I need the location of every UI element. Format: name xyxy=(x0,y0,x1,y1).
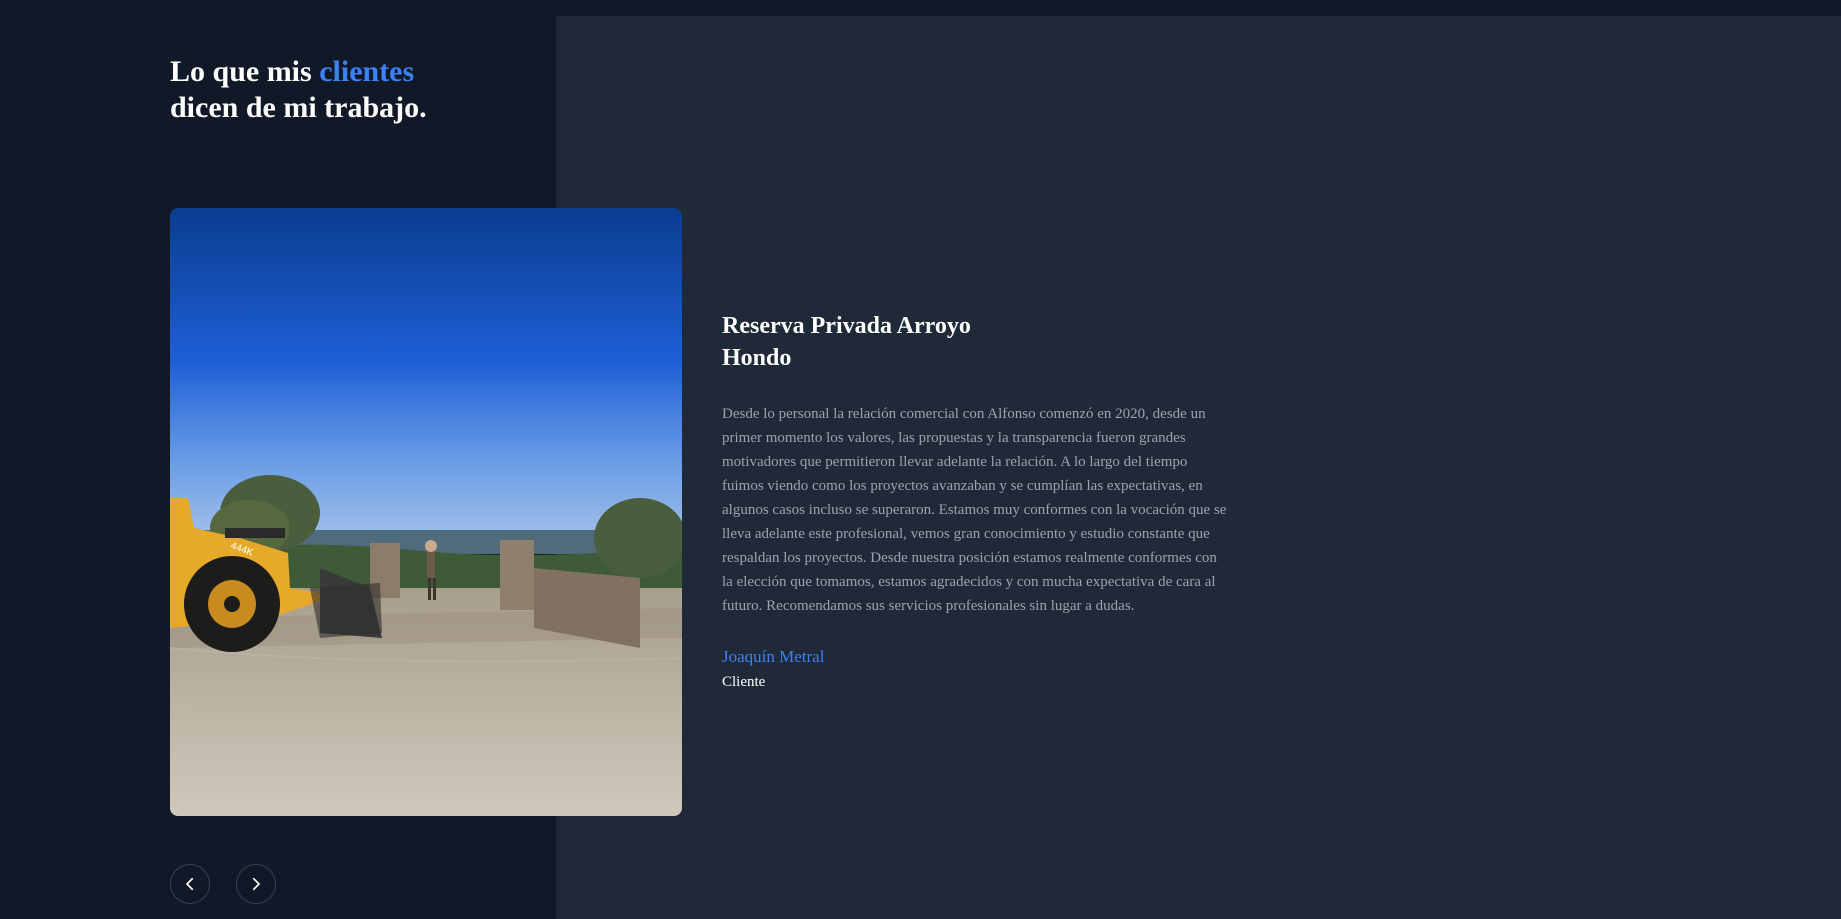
heading-accent: clientes xyxy=(319,55,415,88)
testimonial-photo: 444K xyxy=(170,208,682,816)
testimonial-role: Cliente xyxy=(722,674,766,690)
chevron-right-icon xyxy=(252,877,260,891)
testimonial-content: Reserva Privada Arroyo Hondo Desde lo pe… xyxy=(722,310,1230,692)
prev-button[interactable] xyxy=(170,864,210,904)
testimonial-author: Joaquín Metral xyxy=(722,647,825,666)
next-button[interactable] xyxy=(236,864,276,904)
heading-line2: dicen de mi trabajo. xyxy=(170,91,427,124)
testimonial-title: Reserva Privada Arroyo Hondo xyxy=(722,313,971,371)
section-heading: Lo que mis clientes dicen de mi trabajo. xyxy=(170,54,427,126)
testimonial-quote: Desde lo personal la relación comercial … xyxy=(722,406,1227,614)
chevron-left-icon xyxy=(186,877,194,891)
heading-prefix: Lo que mis xyxy=(170,55,312,88)
